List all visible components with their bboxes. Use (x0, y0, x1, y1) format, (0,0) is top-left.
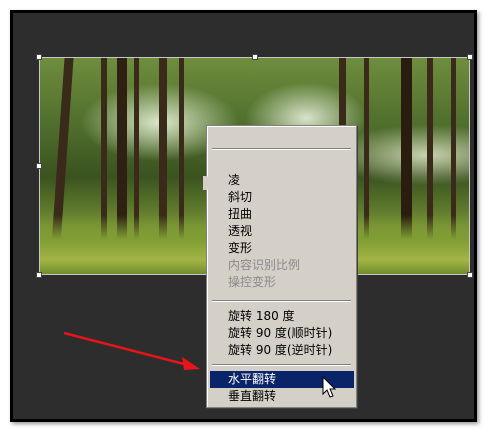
menu-item-distort[interactable]: 扭曲 (210, 206, 354, 223)
menu-item-puppet-warp: 操控变形 (228, 275, 277, 289)
menu-item-rotate[interactable]: 凌 (210, 172, 354, 189)
menu-item-rotate-90-ccw[interactable]: 旋转 90 度(逆时针) (210, 342, 354, 359)
menu-item-rotate-90-cw[interactable]: 旋转 90 度(顺时针) (210, 325, 354, 342)
transform-handle-top-right[interactable] (467, 54, 473, 60)
red-arrow-icon (63, 331, 200, 370)
menu-separator (212, 300, 351, 302)
menu-item-warp[interactable]: 变形 (210, 240, 354, 257)
menu-item-skew[interactable]: 斜切 (210, 189, 354, 206)
transform-handle-left[interactable] (36, 163, 42, 169)
menu-item-content-aware-scale: 内容识别比例 (228, 258, 301, 272)
menu-separator (212, 148, 351, 150)
transform-handle-top[interactable] (252, 54, 258, 60)
transform-context-menu: 凌 斜切 扭曲 透视 变形 内容识别比例 操控变形 旋转 180 度 旋转 90… (203, 125, 357, 408)
transform-handle-top-left[interactable] (36, 54, 42, 60)
transform-handle-bottom-right[interactable] (467, 272, 473, 278)
menu-item-perspective[interactable]: 透视 (210, 223, 354, 240)
transform-handle-bottom-left[interactable] (36, 272, 42, 278)
menu-item-rotate-180[interactable]: 旋转 180 度 (210, 308, 354, 325)
mouse-pointer-icon (322, 376, 337, 398)
menu-separator (212, 364, 351, 366)
